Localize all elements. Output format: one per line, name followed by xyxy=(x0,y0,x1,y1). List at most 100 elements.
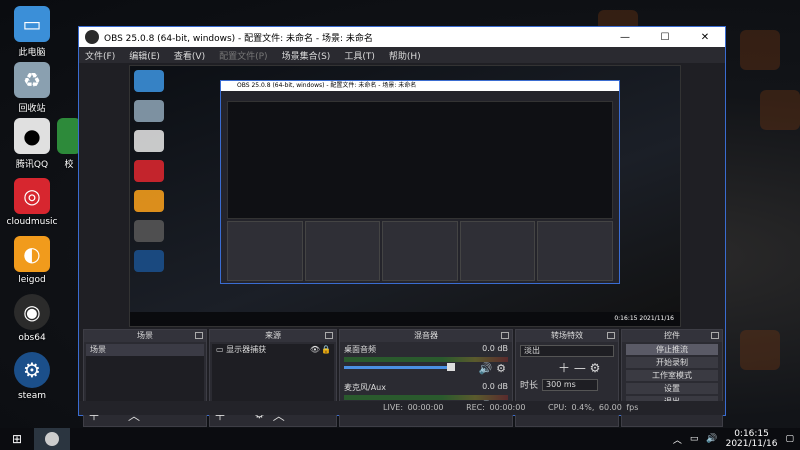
close-icon[interactable]: ✕ xyxy=(685,32,725,43)
clock[interactable]: 0:16:15 2021/11/16 xyxy=(726,429,778,449)
menu-tools[interactable]: 工具(T) xyxy=(344,49,375,62)
visibility-icon[interactable]: 👁 xyxy=(310,344,320,356)
recursive-dock xyxy=(382,221,458,281)
cpu-status: CPU: 0.4%, 60.00 fps xyxy=(547,403,639,412)
desktop: ▭ 此电脑 ♻ 回收站 ● 腾讯QQ ◎ cloudmusic ◐ leigod… xyxy=(0,0,800,428)
list-item[interactable]: 场景 xyxy=(86,344,204,356)
desktop-icon-leigod[interactable]: ◐ leigod xyxy=(0,236,64,285)
speaker-icon[interactable]: 🔊 xyxy=(479,362,493,375)
obs-icon xyxy=(85,30,99,44)
mini-desktop-icon xyxy=(134,190,164,212)
minimize-icon[interactable]: — xyxy=(605,32,645,43)
rec-status: REC: 00:00:00 xyxy=(466,403,526,412)
desktop-icon-label: cloudmusic xyxy=(6,217,58,227)
desktop-icon-cloudmusic[interactable]: ◎ cloudmusic xyxy=(0,178,64,227)
taskbar: ⊞ ︿ ▭ 🔊 0:16:15 2021/11/16 ▢ xyxy=(0,428,800,450)
volume-slider[interactable] xyxy=(344,363,455,371)
studio-mode-button[interactable]: 工作室模式 xyxy=(626,370,718,381)
sources-list: ▭ 显示器捕获 👁 🔒 xyxy=(212,344,334,408)
scenes-list: 场景 xyxy=(86,344,204,408)
dock-title: 场景 xyxy=(137,331,153,340)
windows-start-icon[interactable]: ⊞ xyxy=(0,428,34,450)
remove-icon[interactable]: — xyxy=(574,361,586,375)
computer-icon: ▭ xyxy=(14,6,50,42)
notification-icon[interactable]: ▢ xyxy=(785,434,794,444)
dock-title: 混音器 xyxy=(414,331,438,340)
menu-edit[interactable]: 编辑(E) xyxy=(129,49,160,62)
recursive-clock-date: 2021/11/16 xyxy=(639,315,674,322)
recursive-obs-window: OBS 25.0.8 (64-bit, windows) - 配置文件: 未命名… xyxy=(220,80,620,284)
chevron-up-icon[interactable]: ︿ xyxy=(673,433,682,446)
add-icon[interactable]: ＋ xyxy=(558,361,570,375)
settings-gear-icon[interactable]: ⚙ xyxy=(496,362,506,375)
volume-icon[interactable]: 🔊 xyxy=(706,434,717,444)
settings-gear-icon[interactable]: ⚙ xyxy=(590,361,601,375)
dock-header: 混音器 xyxy=(340,330,512,342)
list-item[interactable]: ▭ 显示器捕获 👁 🔒 xyxy=(212,344,334,356)
obs-icon xyxy=(45,432,59,446)
obs-window: OBS 25.0.8 (64-bit, windows) - 配置文件: 未命名… xyxy=(78,26,726,427)
settings-button[interactable]: 设置 xyxy=(626,383,718,394)
menu-profile[interactable]: 配置文件(P) xyxy=(219,49,267,62)
mini-desktop-icon xyxy=(134,130,164,152)
undock-icon[interactable] xyxy=(501,332,509,339)
menu-bar: 文件(F) 编辑(E) 查看(V) 配置文件(P) 场景集合(S) 工具(T) … xyxy=(79,47,725,63)
dock-header: 控件 xyxy=(622,330,722,342)
taskbar-obs-button[interactable] xyxy=(34,428,70,450)
desktop-icon-obs[interactable]: ◉ obs64 xyxy=(0,294,64,343)
recursive-preview xyxy=(227,101,613,219)
mini-desktop-icon xyxy=(134,100,164,122)
desktop-icon-steam[interactable]: ⚙ steam xyxy=(0,352,64,401)
duration-label: 时长 xyxy=(520,381,539,391)
maximize-icon[interactable]: ☐ xyxy=(645,32,685,43)
network-icon[interactable]: ▭ xyxy=(690,434,699,444)
leigod-icon: ◐ xyxy=(14,236,50,272)
bg-deco xyxy=(740,330,780,370)
recursive-dock xyxy=(537,221,613,281)
recursive-taskbar: 0:16:15 2021/11/16 xyxy=(130,312,680,326)
recursive-title: OBS 25.0.8 (64-bit, windows) - 配置文件: 未命名… xyxy=(221,81,619,91)
stop-streaming-button[interactable]: 停止推流 xyxy=(626,344,718,355)
desktop-icon-recycle-bin[interactable]: ♻ 回收站 xyxy=(0,62,64,114)
track-actions: 🔊 ⚙ xyxy=(479,362,506,375)
recursive-dock xyxy=(227,221,303,281)
menu-view[interactable]: 查看(V) xyxy=(174,49,205,62)
window-title: OBS 25.0.8 (64-bit, windows) - 配置文件: 未命名… xyxy=(104,33,373,44)
undock-icon[interactable] xyxy=(607,332,615,339)
desktop-icon-label: obs64 xyxy=(18,333,46,343)
mini-desktop-icon xyxy=(134,220,164,242)
dock-title: 来源 xyxy=(265,331,281,340)
lock-icon[interactable]: 🔒 xyxy=(321,344,331,356)
clock-date: 2021/11/16 xyxy=(725,439,778,449)
dock-title: 控件 xyxy=(664,331,680,340)
menu-help[interactable]: 帮助(H) xyxy=(389,49,421,62)
start-recording-button[interactable]: 开始录制 xyxy=(626,357,718,368)
dock-header: 转场特效 xyxy=(516,330,618,342)
menu-file[interactable]: 文件(F) xyxy=(85,49,115,62)
transition-select[interactable]: 淡出 xyxy=(520,345,614,357)
recursive-docks xyxy=(227,221,613,281)
slider-handle[interactable] xyxy=(447,363,455,371)
recursive-dock xyxy=(304,221,381,281)
duration-input[interactable]: 300 ms xyxy=(542,378,599,391)
recursive-dock xyxy=(459,221,536,281)
dock-title: 转场特效 xyxy=(551,331,583,340)
dock-header: 场景 xyxy=(84,330,206,342)
mini-desktop-icon xyxy=(134,160,164,182)
duration-row: 时长 300 ms xyxy=(520,378,614,391)
cloudmusic-icon: ◎ xyxy=(14,178,50,214)
undock-icon[interactable] xyxy=(325,332,333,339)
mixer-track: 桌面音频 0.0 dB 🔊 ⚙ xyxy=(340,342,512,380)
status-bar: LIVE: 00:00:00 REC: 00:00:00 CPU: 0.4%, … xyxy=(79,401,725,415)
desktop-icon-label: 回收站 xyxy=(18,104,46,114)
system-tray: ︿ ▭ 🔊 0:16:15 2021/11/16 ▢ xyxy=(673,429,800,449)
preview-area[interactable]: OBS 25.0.8 (64-bit, windows) - 配置文件: 未命名… xyxy=(83,65,723,327)
track-db: 0.0 dB xyxy=(482,382,508,391)
mini-desktop-icon xyxy=(134,70,164,92)
undock-icon[interactable] xyxy=(195,332,203,339)
desktop-icon-computer[interactable]: ▭ 此电脑 xyxy=(0,6,64,58)
bg-deco xyxy=(740,30,780,70)
undock-icon[interactable] xyxy=(711,332,719,339)
dock-header: 来源 xyxy=(210,330,336,342)
menu-scene-collection[interactable]: 场景集合(S) xyxy=(282,49,331,62)
